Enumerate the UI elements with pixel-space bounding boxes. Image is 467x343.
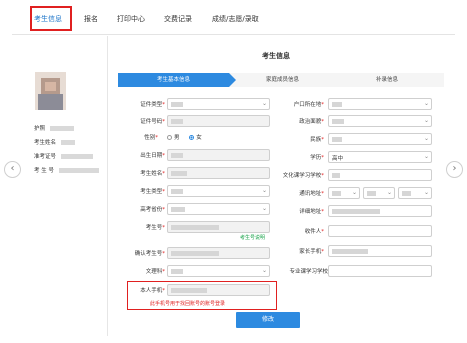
- top-nav: 考生信息 报名 打印中心 交费记录 成绩/志愿/录取: [0, 0, 467, 36]
- household-select[interactable]: ⌄: [328, 98, 432, 110]
- sidebar-row-passport: 护照: [34, 124, 74, 132]
- student-type-select[interactable]: ⌄: [167, 185, 270, 197]
- nav-divider: [12, 34, 455, 35]
- detailed-address-field[interactable]: [328, 205, 432, 217]
- sidebar-value-ticket: [60, 154, 93, 159]
- nav-item-payment-records[interactable]: 交费记录: [164, 14, 192, 24]
- avatar: [35, 72, 66, 110]
- parent-phone-field[interactable]: [328, 245, 432, 257]
- sidebar-label-exam-no: 考 生 号: [34, 168, 54, 174]
- nav-item-results[interactable]: 成绩/志愿/录取: [212, 14, 259, 24]
- label-student-name: 考生姓名*: [140, 171, 165, 177]
- recipient-field[interactable]: [328, 225, 432, 237]
- label-exam-number: 考生号*: [145, 225, 165, 231]
- gender-male-label: 男: [174, 135, 180, 141]
- political-status-select[interactable]: ⌄: [328, 115, 432, 127]
- education-select[interactable]: 高中 ⌄: [328, 151, 432, 163]
- label-parent-phone: 家长手机*: [299, 249, 324, 255]
- section-title: 考生信息: [262, 52, 290, 60]
- exam-province-select[interactable]: ⌄: [167, 203, 270, 215]
- sidebar-row-ticket: 准考证号: [34, 152, 93, 160]
- education-value: 高中: [332, 156, 344, 162]
- gender-female-label: 女: [196, 135, 202, 141]
- sidebar-label-ticket: 准考证号: [34, 154, 57, 160]
- exam-number-field[interactable]: [167, 221, 270, 233]
- subject-track-select[interactable]: ⌄: [167, 265, 270, 277]
- label-household: 户口所在地*: [293, 102, 324, 108]
- nav-item-register[interactable]: 报名: [84, 14, 98, 24]
- label-major-school: 专业课学习学校: [289, 269, 328, 275]
- label-detailed-address: 详细地址*: [299, 209, 324, 215]
- sidebar-value-passport: [49, 126, 74, 131]
- next-arrow-icon[interactable]: ›: [446, 161, 463, 178]
- sidebar-divider: [107, 36, 108, 336]
- nav-item-print-center[interactable]: 打印中心: [117, 14, 145, 24]
- label-id-number: 证件号码*: [140, 119, 165, 125]
- student-name-field[interactable]: [167, 167, 270, 179]
- ethnicity-select[interactable]: ⌄: [328, 133, 432, 145]
- birth-date-field[interactable]: [167, 149, 270, 161]
- label-ethnicity: 民族*: [310, 137, 324, 143]
- tab-family-info[interactable]: 家庭成员信息: [266, 73, 299, 87]
- exam-number-help-link[interactable]: 考生号说明: [240, 234, 265, 241]
- label-education: 学历*: [310, 155, 324, 161]
- province-select[interactable]: ⌄: [328, 187, 360, 199]
- sidebar-row-exam-no: 考 生 号: [34, 166, 99, 174]
- modify-button[interactable]: 修改: [236, 312, 300, 328]
- gender-female-radio[interactable]: [189, 135, 195, 140]
- confirm-exam-number-field[interactable]: [167, 247, 270, 259]
- major-school-field[interactable]: [328, 265, 432, 277]
- tab-basic-info[interactable]: 考生基本信息: [118, 73, 236, 87]
- id-type-select[interactable]: ⌄: [167, 98, 270, 110]
- label-confirm-exam-number: 确认考生号*: [134, 251, 165, 257]
- mobile-warning-text: 此手机号用于找回账号的账号登录: [150, 301, 226, 307]
- sidebar-value-name: [60, 140, 75, 145]
- sidebar-row-name: 考生姓名: [34, 138, 75, 146]
- culture-school-field[interactable]: [328, 169, 432, 181]
- label-mailing-address: 通讯地址*: [299, 191, 324, 197]
- sidebar-label-name: 考生姓名: [34, 140, 57, 146]
- form-tabs: 考生基本信息 家庭成员信息 补录信息: [118, 73, 444, 87]
- label-exam-province: 高考省份*: [140, 207, 165, 213]
- city-select[interactable]: ⌄: [363, 187, 395, 199]
- id-number-field[interactable]: [167, 115, 270, 127]
- sidebar-value-exam-no: [58, 168, 99, 173]
- tab-supplement-info[interactable]: 补录信息: [376, 73, 398, 87]
- label-recipient: 收件人*: [304, 229, 324, 235]
- label-student-type: 考生类型*: [140, 189, 165, 195]
- label-id-type: 证件类型*: [140, 102, 165, 108]
- label-political-status: 政治面貌*: [299, 119, 324, 125]
- label-subject-track: 文理科*: [145, 269, 165, 275]
- label-culture-school: 文化课学习学校*: [282, 173, 324, 179]
- sidebar-label-passport: 护照: [34, 126, 46, 132]
- label-birth-date: 出生日期*: [140, 153, 165, 159]
- prev-arrow-icon[interactable]: ‹: [4, 161, 21, 178]
- label-gender: 性别*: [144, 135, 158, 141]
- gender-male-radio[interactable]: [167, 135, 172, 140]
- gender-radio-group: 男 女: [167, 133, 202, 141]
- district-select[interactable]: ⌄: [398, 187, 432, 199]
- active-nav-highlight: [30, 6, 72, 31]
